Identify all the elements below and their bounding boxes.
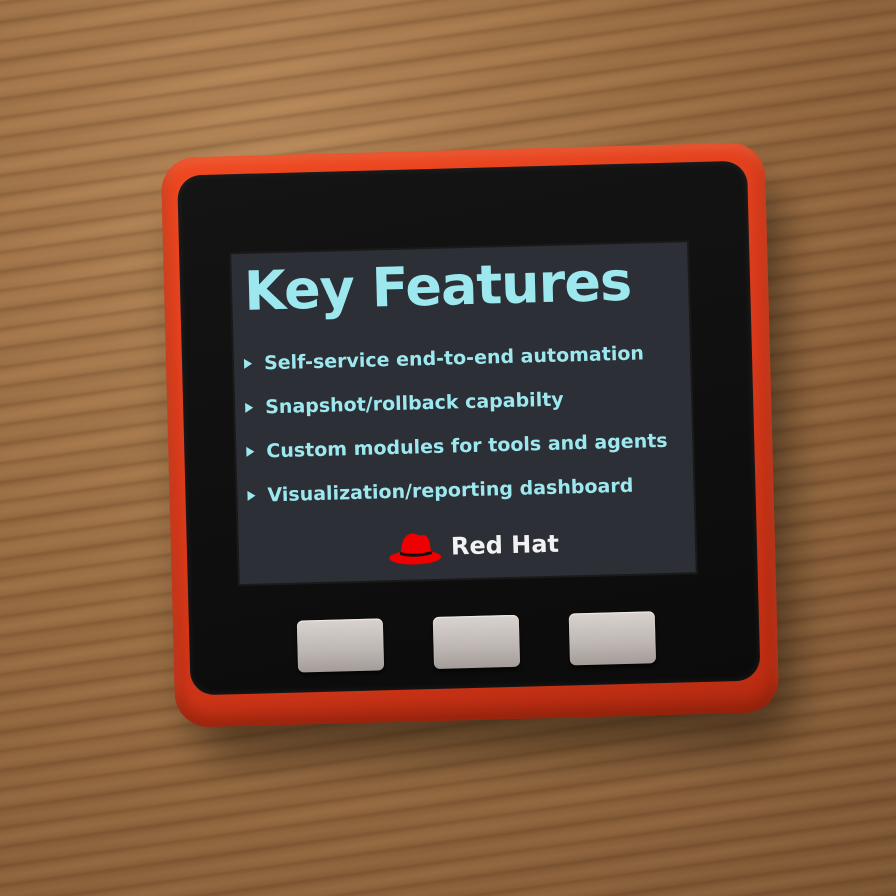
hardware-button-c[interactable] — [568, 611, 657, 666]
feature-label: Self-service end-to-end automation — [263, 342, 645, 375]
triangle-bullet-icon — [243, 358, 253, 369]
triangle-bullet-icon — [246, 446, 255, 457]
screen-bezel: Key Features Self-service end-to-end aut… — [177, 160, 761, 696]
triangle-bullet-icon — [247, 490, 256, 501]
brand-logo: Red Hat — [386, 524, 559, 568]
feature-label: Snapshot/rollback capabilty — [264, 388, 564, 419]
display-screen: Key Features Self-service end-to-end aut… — [231, 242, 696, 585]
feature-label: Visualization/reporting dashboard — [267, 474, 634, 507]
hardware-button-a[interactable] — [296, 618, 385, 673]
brand-name: Red Hat — [450, 529, 560, 561]
feature-label: Custom modules for tools and agents — [266, 429, 668, 463]
screen-title: Key Features — [243, 249, 632, 323]
hardware-button-b[interactable] — [432, 614, 521, 670]
red-hat-logo-icon — [389, 533, 442, 565]
triangle-bullet-icon — [245, 402, 254, 413]
handheld-device: Key Features Self-service end-to-end aut… — [160, 142, 780, 728]
hardware-button-row — [296, 611, 658, 676]
feature-list: Self-service end-to-end automation Snaps… — [243, 331, 669, 518]
